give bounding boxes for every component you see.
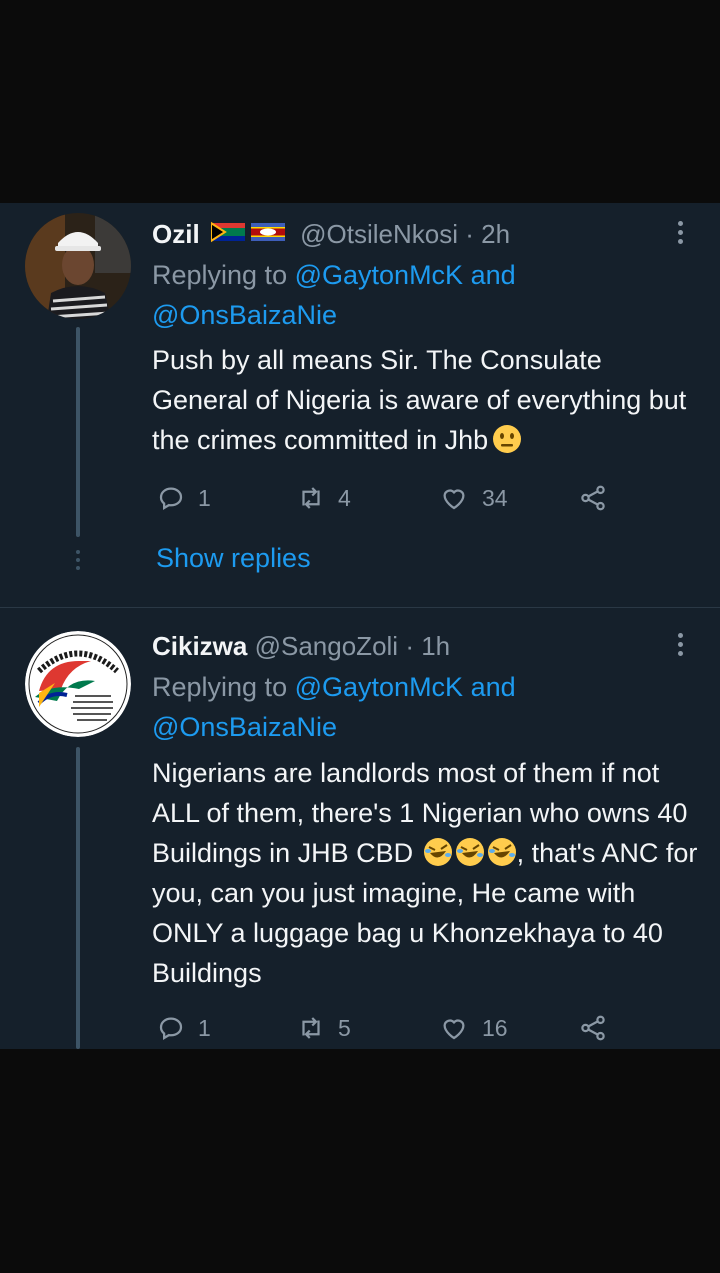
thread-line (76, 747, 80, 1049)
thread-line (76, 327, 80, 537)
mention-link[interactable]: @OnsBaizaNie (152, 300, 337, 330)
handle[interactable]: @OtsileNkosi (300, 219, 458, 249)
tweet-actions: 1 5 16 (156, 1011, 626, 1045)
tweet-actions: 1 4 34 (156, 481, 626, 515)
tweet-text: Push by all means Sir. The Consulate Gen… (152, 345, 687, 455)
neutral-face-emoji-icon (492, 424, 522, 454)
mention-link[interactable]: @OnsBaizaNie (152, 712, 337, 742)
like-button[interactable]: 34 (438, 481, 508, 515)
tweet-cikizwa[interactable]: Cikizwa @SangoZoli · 1h Replying to @Gay… (0, 609, 720, 1049)
tweet-ozil[interactable]: Ozil @OtsileNkosi · 2h Replying to @Gayt (0, 203, 720, 608)
tweet-header: Cikizwa @SangoZoli · 1h (152, 631, 450, 661)
reply-icon (159, 1017, 183, 1040)
share-icon (581, 485, 605, 511)
replying-to: Replying to @GaytonMcK and @OnsBaizaNie (152, 672, 516, 742)
more-options-icon[interactable] (676, 633, 684, 660)
retweet-button[interactable]: 4 (296, 481, 351, 515)
reply-icon (159, 487, 183, 510)
tweet-header: Ozil @OtsileNkosi · 2h (152, 219, 510, 253)
show-replies-link[interactable]: Show replies (156, 543, 311, 574)
timestamp[interactable]: · 1h (405, 631, 450, 661)
replying-to: Replying to @GaytonMcK and @OnsBaizaNie (152, 260, 516, 330)
reply-button[interactable]: 1 (156, 1011, 211, 1045)
tweet-thread-screenshot: Ozil @OtsileNkosi · 2h Replying to @Gayt (0, 203, 720, 1049)
laughing-emoji-icons (421, 838, 517, 868)
avatar-cikizwa[interactable] (25, 631, 131, 737)
retweet-icon (302, 487, 320, 509)
tweet-text: Nigerians are landlords most of them if … (152, 758, 698, 988)
thread-dots (73, 550, 83, 574)
tweet-divider (0, 607, 720, 608)
handle[interactable]: @SangoZoli (255, 631, 398, 661)
like-button[interactable]: 16 (438, 1011, 508, 1045)
mention-link[interactable]: @GaytonMcK (295, 260, 463, 290)
share-button[interactable] (578, 481, 620, 515)
heart-icon (443, 489, 465, 510)
share-button[interactable] (578, 1011, 620, 1045)
heart-icon (443, 1019, 465, 1040)
reply-button[interactable]: 1 (156, 481, 211, 515)
retweet-button[interactable]: 5 (296, 1011, 351, 1045)
mention-link[interactable]: @GaytonMcK (295, 672, 463, 702)
avatar-ozil[interactable] (25, 213, 131, 319)
timestamp[interactable]: · 2h (465, 219, 510, 249)
display-name[interactable]: Cikizwa (152, 631, 247, 661)
flag-icons (209, 219, 287, 249)
more-options-icon[interactable] (676, 221, 684, 248)
share-icon (581, 1015, 605, 1041)
display-name[interactable]: Ozil (152, 219, 200, 249)
retweet-icon (302, 1017, 320, 1039)
